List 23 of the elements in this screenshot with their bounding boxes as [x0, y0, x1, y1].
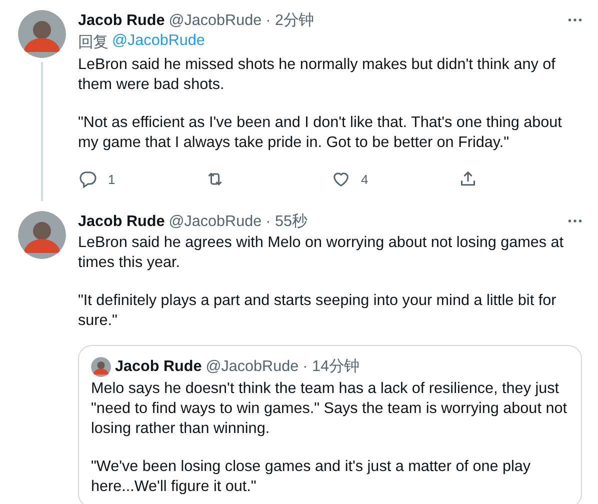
avatar[interactable]	[91, 356, 111, 376]
timestamp[interactable]: · 55秒	[266, 210, 307, 232]
user-name[interactable]: Jacob Rude	[115, 358, 202, 376]
like-count: 4	[361, 172, 368, 186]
tweet-text: "We've been losing close games and it's just a matter of one play here...We'll figure it out."	[91, 457, 532, 497]
avatar[interactable]	[18, 211, 66, 259]
reply-count: 1	[108, 172, 116, 186]
tweet-text: "Not as efficient as I've been and I don't like that. That's one thing about my game that I always take pride in. Got to be better on Friday."	[78, 113, 563, 153]
tweet-text: LeBron said he missed shots he normally makes but didn't think any of them were bad shots.	[78, 55, 556, 95]
user-name[interactable]: Jacob Rude	[78, 212, 165, 230]
user-handle[interactable]: @JacobRude	[168, 12, 262, 30]
user-name[interactable]: Jacob Rude	[78, 12, 165, 30]
tweet-text: LeBron said he agrees with Melo on worrying about not losing games at times this year.	[78, 233, 564, 273]
user-handle[interactable]: @JacobRude	[168, 212, 262, 230]
timestamp[interactable]: · 14分钟	[302, 356, 359, 377]
user-handle[interactable]: @JacobRude	[206, 358, 299, 376]
reply-label: 回复	[78, 33, 108, 53]
quoted-tweet[interactable]	[78, 345, 582, 504]
tweet-text: "It definitely plays a part and starts seeping into your mind a little bit for sure."	[78, 291, 558, 331]
tweet-text: Melo says he doesn't think the team has a lack of resilience, they just "need to find ways to win games." Says the team is worrying about not losing rather than winning.	[91, 379, 568, 439]
reply-icon[interactable]	[78, 169, 98, 189]
avatar[interactable]	[18, 10, 66, 58]
timestamp[interactable]: · 2分钟	[266, 10, 314, 30]
